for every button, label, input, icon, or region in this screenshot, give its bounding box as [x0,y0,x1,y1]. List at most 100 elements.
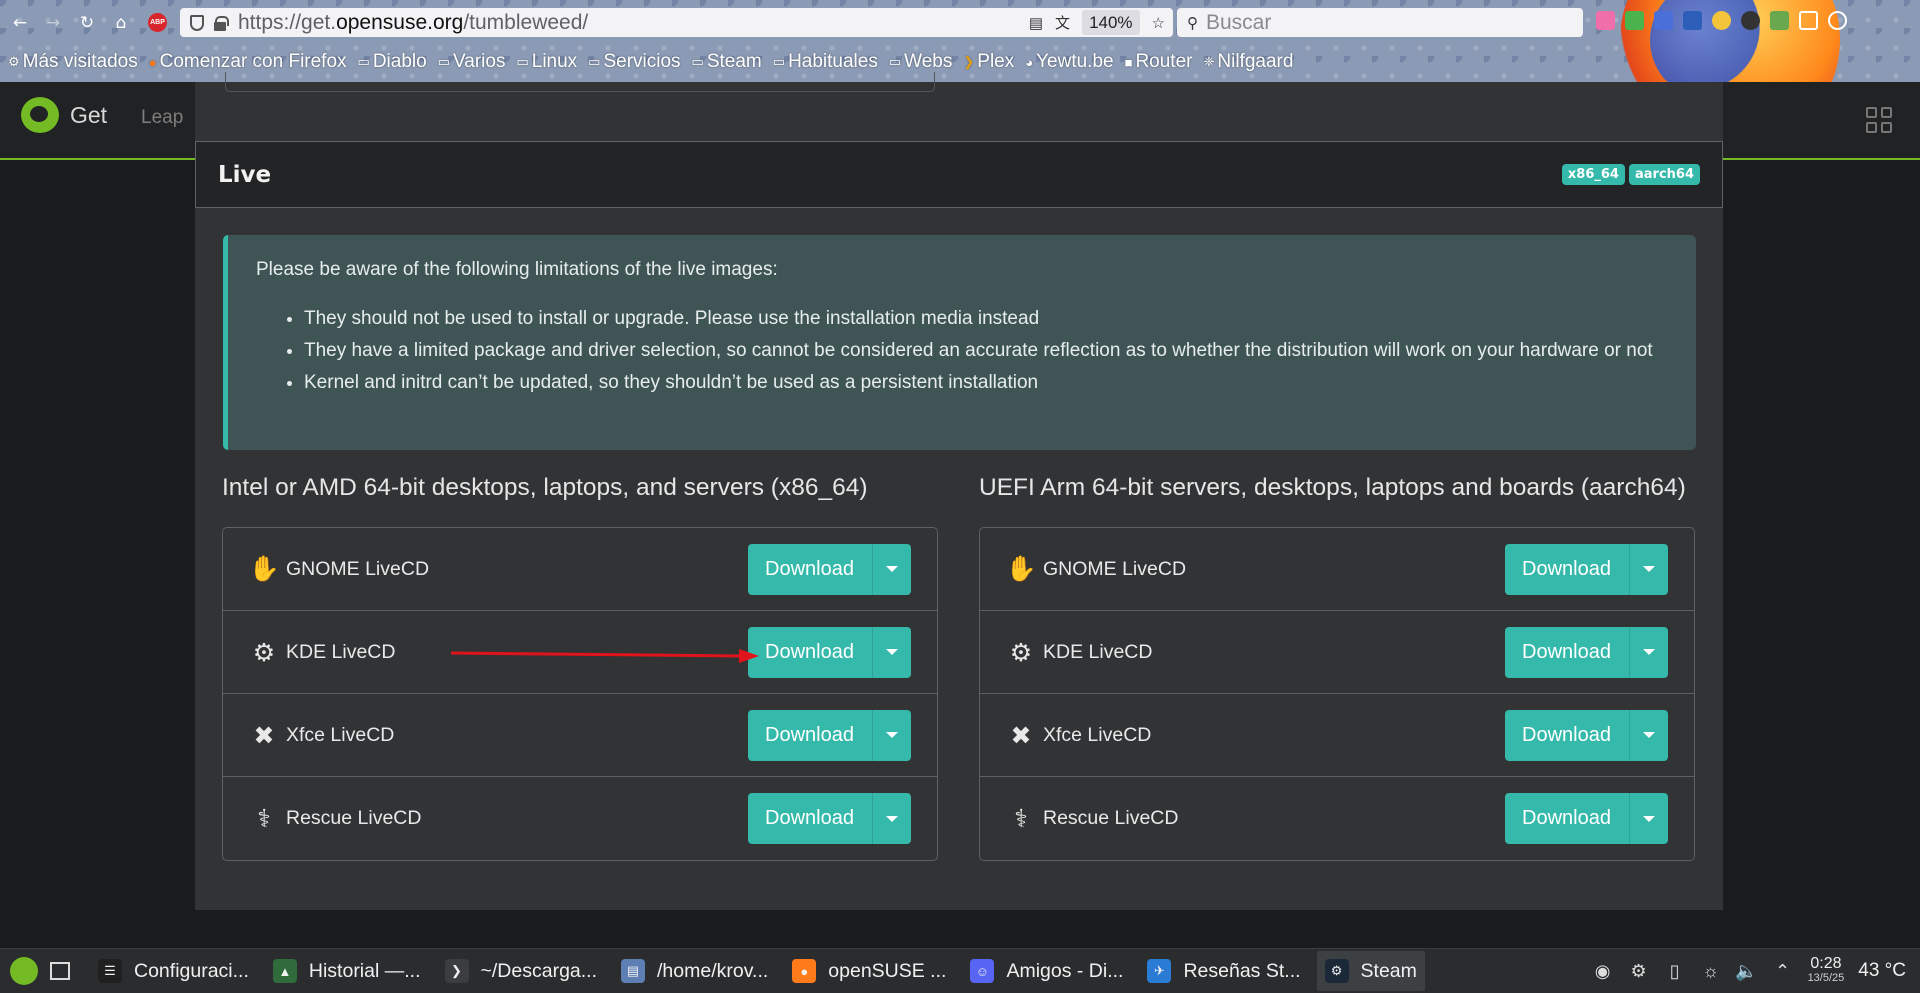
download-button[interactable]: Download [1505,709,1668,761]
bookmark-plex[interactable]: ❯ Plex [963,51,1014,73]
translate-icon[interactable]: 文 [1055,12,1070,33]
task-terminal[interactable]: ❯ ~/Descarga... [437,951,606,991]
account-icon[interactable] [1828,11,1847,30]
mail-icon[interactable] [1654,11,1673,30]
main-panel: Live x86_64 aarch64 Please be aware of t… [195,72,1723,910]
xfce-icon: ✖ [1010,720,1032,750]
brightness-icon[interactable]: ☼ [1700,960,1722,982]
extension-icons [1596,11,1847,30]
emoji-icon[interactable] [1712,11,1731,30]
puzzle-icon[interactable] [1770,11,1789,30]
aarch64-download-list: ✋ GNOME LiveCD Download ⚙ KDE LiveCD Download… [979,527,1695,861]
pocket-icon[interactable] [1596,11,1615,30]
task-firefox[interactable]: ● openSUSE ... [784,951,954,991]
x86_64-download-list: ✋ GNOME LiveCD Download ⚙ KDE LiveCD Download… [222,527,938,861]
bookmark-star-icon[interactable]: ☆ [1152,14,1165,32]
bookmark-label: Diablo [372,51,427,72]
task-file-manager[interactable]: ▤ /home/krov... [613,951,776,991]
task-system-monitor[interactable]: ▲ Historial —... [265,951,429,991]
tray-expand-icon[interactable]: ⌃ [1772,960,1794,982]
dropdown-caret-icon[interactable] [872,709,910,761]
task-label: openSUSE ... [828,959,947,982]
folder-icon: ▭ [516,54,529,69]
plex-icon: ❯ [963,54,975,69]
site-brand[interactable]: Get [70,102,107,129]
download-button[interactable]: Download [748,626,911,678]
reload-icon[interactable]: ↻ [76,12,98,34]
url-text[interactable]: https://get.opensuse.org/tumbleweed/ [238,11,588,35]
dropdown-caret-icon[interactable] [1629,793,1667,844]
back-icon[interactable]: ← [9,12,31,34]
task-discord[interactable]: ☺ Amigos - Di... [962,951,1131,991]
adblock-plus-icon[interactable]: ABP [148,13,167,32]
gnome-icon: ✋ [248,554,280,583]
download-button[interactable]: Download [1505,793,1668,844]
task-label: ~/Descarga... [480,959,598,982]
download-button[interactable]: Download [748,543,911,595]
task-steam[interactable]: ⚙ Steam [1316,951,1425,991]
dropdown-caret-icon[interactable] [1629,709,1667,761]
address-bar[interactable]: https://get.opensuse.org/tumbleweed/ ▤ 文… [180,8,1173,37]
bookmark-webs[interactable]: ▭ Webs [889,51,953,73]
bookmark-varios[interactable]: ▭ Varios [438,51,506,73]
lock-icon[interactable] [214,15,229,31]
download-button[interactable]: Download [1505,626,1668,678]
opensuse-logo[interactable] [21,97,59,133]
arch-badges: x86_64 aarch64 [1561,164,1700,185]
bookmark-yewtu-be[interactable]: ◕ Yewtu.be [1025,51,1113,73]
dropdown-caret-icon[interactable] [872,626,910,678]
bookmark-servicios[interactable]: ▭ Servicios [588,51,680,73]
zoom-level[interactable]: 140% [1082,10,1140,35]
download-button[interactable]: Download [748,793,911,844]
task-settings[interactable]: ☰ Configuraci... [90,951,257,991]
bookmark-label: Router [1135,51,1193,72]
privacy-badger-icon[interactable] [1741,11,1760,30]
bookmark-comenzar-con-firefox[interactable]: ● Comenzar con Firefox [149,51,347,73]
file-manager-icon: ▤ [621,959,646,983]
search-input[interactable]: ⚲ Buscar [1177,8,1583,37]
apps-grid-icon[interactable] [1866,107,1892,133]
home-icon[interactable]: ⌂ [110,12,132,34]
bookmark-nilfgaard[interactable]: ❈ Nilfgaard [1203,51,1293,73]
download-button[interactable]: Download [748,709,911,761]
show-desktop-icon[interactable] [50,962,70,980]
dropdown-caret-icon[interactable] [872,793,910,844]
download-row-aarch64-rescue-livecd: ⚕ Rescue LiveCD Download [980,777,1694,860]
reader-view-icon[interactable]: ▤ [1029,14,1043,32]
task-label: Steam [1360,959,1417,982]
translate-ext-icon[interactable] [1683,11,1702,30]
volume-icon[interactable]: 🔈 [1735,960,1757,982]
dropdown-caret-icon[interactable] [1629,543,1667,595]
clock[interactable]: 0:28 13/5/25 [1808,956,1845,985]
rescue-icon: ⚕ [1014,804,1028,833]
start-menu-icon[interactable] [10,957,38,985]
settings-icon: ☰ [98,959,122,983]
aarch64-column-title: UEFI Arm 64-bit servers, desktops, lapto… [979,474,1686,501]
forward-icon[interactable]: → [42,12,64,34]
notice-item: They have a limited package and driver s… [304,335,1668,367]
steam-tray-icon[interactable]: ⚙ [1628,960,1650,982]
bookmark-habituales[interactable]: ▭ Habituales [773,51,878,73]
nav-leap[interactable]: Leap [141,107,183,129]
task-label: Configuraci... [134,959,249,982]
task-steam-review[interactable]: ✈ Reseñas St... [1139,951,1308,991]
bookmark-linux[interactable]: ▭ Linux [516,51,577,73]
bookmark-steam[interactable]: ▭ Steam [692,51,762,73]
extension-green-icon[interactable] [1625,11,1644,30]
nilfgaard-icon: ❈ [1203,54,1215,69]
bookmark-m-s-visitados[interactable]: ⚙ Más visitados [8,51,138,73]
task-label: Reseñas St... [1183,959,1301,982]
bookmark-diablo[interactable]: ▭ Diablo [358,51,427,73]
share-icon[interactable] [1799,11,1818,30]
download-button[interactable]: Download [1505,543,1668,595]
bookmark-label: Nilfgaard [1217,51,1294,72]
download-label: GNOME LiveCD [286,557,430,580]
bookmark-router[interactable]: ■ Router [1125,51,1193,73]
dropdown-caret-icon[interactable] [872,543,910,595]
discord-tray-icon[interactable]: ◉ [1592,960,1614,982]
clipboard-icon[interactable]: ▯ [1664,960,1686,982]
tracking-protection-icon[interactable] [190,14,204,31]
download-row-x86_64-xfce-livecd: ✖ Xfce LiveCD Download [223,694,937,777]
kde-icon: ⚙ [252,637,276,667]
dropdown-caret-icon[interactable] [1629,626,1667,678]
